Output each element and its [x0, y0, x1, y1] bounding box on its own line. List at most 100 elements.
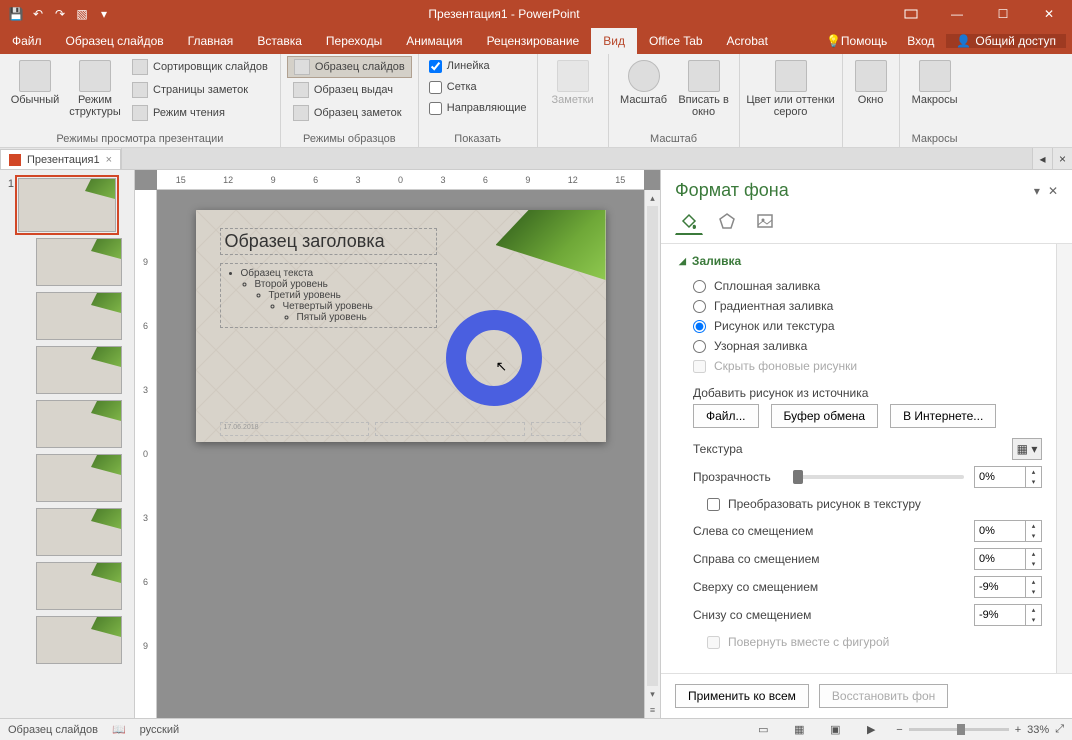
normal-view-button[interactable]: Обычный — [6, 56, 64, 131]
layout-thumbnail[interactable] — [36, 454, 122, 502]
slide-number-placeholder[interactable] — [531, 422, 582, 436]
vertical-ruler[interactable]: 9630369 — [135, 190, 157, 718]
gradient-fill-radio[interactable]: Градиентная заливка — [679, 296, 1042, 316]
zoom-button[interactable]: Масштаб — [615, 56, 673, 131]
tab-animations[interactable]: Анимация — [394, 28, 474, 54]
slide-master-button[interactable]: Образец слайдов — [287, 56, 412, 78]
body-placeholder[interactable]: Образец текста Второй уровень Третий уро… — [220, 263, 437, 328]
document-tab[interactable]: Презентация1 × — [0, 149, 121, 169]
normal-view-icon[interactable]: ▭ — [752, 721, 774, 739]
zoom-out-icon[interactable]: − — [896, 724, 902, 736]
picture-tab-icon[interactable] — [751, 207, 779, 235]
slide-sorter-button[interactable]: Сортировщик слайдов — [126, 56, 274, 78]
layout-thumbnail[interactable] — [36, 346, 122, 394]
picture-fill-radio[interactable]: Рисунок или текстура — [679, 316, 1042, 336]
tab-slide-master[interactable]: Образец слайдов — [54, 28, 176, 54]
scroll-page-icon[interactable]: ≡ — [645, 702, 660, 718]
transparency-spinner[interactable]: ▴▾ — [974, 466, 1042, 488]
start-slideshow-icon[interactable]: ▧ — [74, 6, 90, 22]
offset-bottom-spinner[interactable]: ▴▾ — [974, 604, 1042, 626]
doctabs-close-icon[interactable]: × — [1052, 148, 1072, 169]
layout-thumbnail[interactable] — [36, 292, 122, 340]
tab-officetab[interactable]: Office Tab — [637, 28, 715, 54]
ruler-checkbox[interactable]: Линейка — [425, 56, 531, 76]
title-placeholder[interactable]: Образец заголовка — [220, 228, 437, 255]
window-button[interactable]: Окно — [849, 56, 893, 143]
help-button[interactable]: 💡 Помощь — [818, 34, 895, 48]
redo-icon[interactable]: ↷ — [52, 6, 68, 22]
reading-view-icon[interactable]: ▣ — [824, 721, 846, 739]
handout-master-button[interactable]: Образец выдач — [287, 79, 412, 101]
zoom-level[interactable]: 33% — [1027, 724, 1049, 736]
share-button[interactable]: 👤Общий доступ — [946, 34, 1066, 48]
zoom-in-icon[interactable]: + — [1015, 724, 1021, 736]
horizontal-ruler[interactable]: 151296303691215 — [157, 170, 644, 190]
fit-to-window-icon[interactable]: ⤢ — [1055, 723, 1064, 736]
clipboard-button[interactable]: Буфер обмена — [771, 404, 879, 428]
slideshow-view-icon[interactable]: ▶ — [860, 721, 882, 739]
online-button[interactable]: В Интернете... — [890, 404, 996, 428]
reading-view-button[interactable]: Режим чтения — [126, 102, 274, 124]
footer-placeholder[interactable] — [375, 422, 525, 436]
layout-thumbnail[interactable] — [36, 238, 122, 286]
doctabs-left-icon[interactable]: ◂ — [1032, 148, 1052, 169]
qat-more-icon[interactable]: ▾ — [96, 6, 112, 22]
outline-view-button[interactable]: Режим структуры — [66, 56, 124, 131]
scroll-down-icon[interactable]: ▾ — [645, 686, 660, 702]
effects-tab-icon[interactable] — [713, 207, 741, 235]
close-icon[interactable]: ✕ — [1026, 0, 1072, 28]
fill-section-header[interactable]: Заливка — [679, 254, 1042, 268]
notes-page-button[interactable]: Страницы заметок — [126, 79, 274, 101]
sorter-view-icon[interactable]: ▦ — [788, 721, 810, 739]
master-thumbnail[interactable] — [18, 178, 116, 232]
document-tab-close-icon[interactable]: × — [106, 154, 112, 166]
grid-checkbox[interactable]: Сетка — [425, 77, 531, 97]
solid-fill-radio[interactable]: Сплошная заливка — [679, 276, 1042, 296]
guides-checkbox[interactable]: Направляющие — [425, 98, 531, 118]
fit-window-button[interactable]: Вписать в окно — [675, 56, 733, 131]
layout-thumbnail[interactable] — [36, 616, 122, 664]
layout-thumbnail[interactable] — [36, 508, 122, 556]
slide-canvas[interactable]: Образец заголовка Образец текста Второй … — [157, 190, 644, 718]
pane-options-icon[interactable]: ▾ — [1034, 184, 1040, 198]
tab-file[interactable]: Файл — [0, 28, 54, 54]
minimize-icon[interactable]: — — [934, 0, 980, 28]
tab-acrobat[interactable]: Acrobat — [715, 28, 780, 54]
tab-review[interactable]: Рецензирование — [475, 28, 592, 54]
offset-right-spinner[interactable]: ▴▾ — [974, 548, 1042, 570]
signin-button[interactable]: Вход — [899, 34, 942, 48]
zoom-slider[interactable] — [909, 728, 1009, 731]
file-button[interactable]: Файл... — [693, 404, 759, 428]
hide-bg-checkbox: Скрыть фоновые рисунки — [679, 356, 1042, 376]
status-language[interactable]: русский — [140, 724, 179, 736]
color-grayscale-button[interactable]: Цвет или оттенки серого — [746, 56, 836, 143]
pane-close-icon[interactable]: ✕ — [1048, 184, 1058, 198]
notes-master-button[interactable]: Образец заметок — [287, 102, 412, 124]
scroll-up-icon[interactable]: ▴ — [645, 190, 660, 206]
slide[interactable]: Образец заголовка Образец текста Второй … — [196, 210, 606, 442]
maximize-icon[interactable]: ☐ — [980, 0, 1026, 28]
tab-home[interactable]: Главная — [176, 28, 246, 54]
apply-all-button[interactable]: Применить ко всем — [675, 684, 809, 708]
undo-icon[interactable]: ↶ — [30, 6, 46, 22]
editor-scrollbar[interactable]: ▴ ▾ ≡ — [644, 190, 660, 718]
transparency-slider[interactable] — [793, 475, 964, 479]
offset-top-spinner[interactable]: ▴▾ — [974, 576, 1042, 598]
spellcheck-icon[interactable]: 📖 — [112, 723, 126, 736]
offset-left-spinner[interactable]: ▴▾ — [974, 520, 1042, 542]
tile-checkbox[interactable]: Преобразовать рисунок в текстуру — [693, 494, 1042, 514]
date-placeholder[interactable]: 17.06.2018 — [220, 422, 370, 436]
ribbon-options-icon[interactable] — [888, 0, 934, 28]
save-icon[interactable]: 💾 — [8, 6, 24, 22]
layout-thumbnail[interactable] — [36, 400, 122, 448]
macros-button[interactable]: Макросы — [906, 56, 964, 131]
texture-picker[interactable]: ▦ ▾ — [1012, 438, 1042, 460]
layout-thumbnail[interactable] — [36, 562, 122, 610]
pane-scrollbar[interactable] — [1056, 244, 1072, 673]
status-master-view[interactable]: Образец слайдов — [8, 724, 98, 736]
tab-view[interactable]: Вид — [591, 28, 637, 54]
pattern-fill-radio[interactable]: Узорная заливка — [679, 336, 1042, 356]
fill-tab-icon[interactable] — [675, 207, 703, 235]
tab-insert[interactable]: Вставка — [245, 28, 314, 54]
tab-transitions[interactable]: Переходы — [314, 28, 394, 54]
